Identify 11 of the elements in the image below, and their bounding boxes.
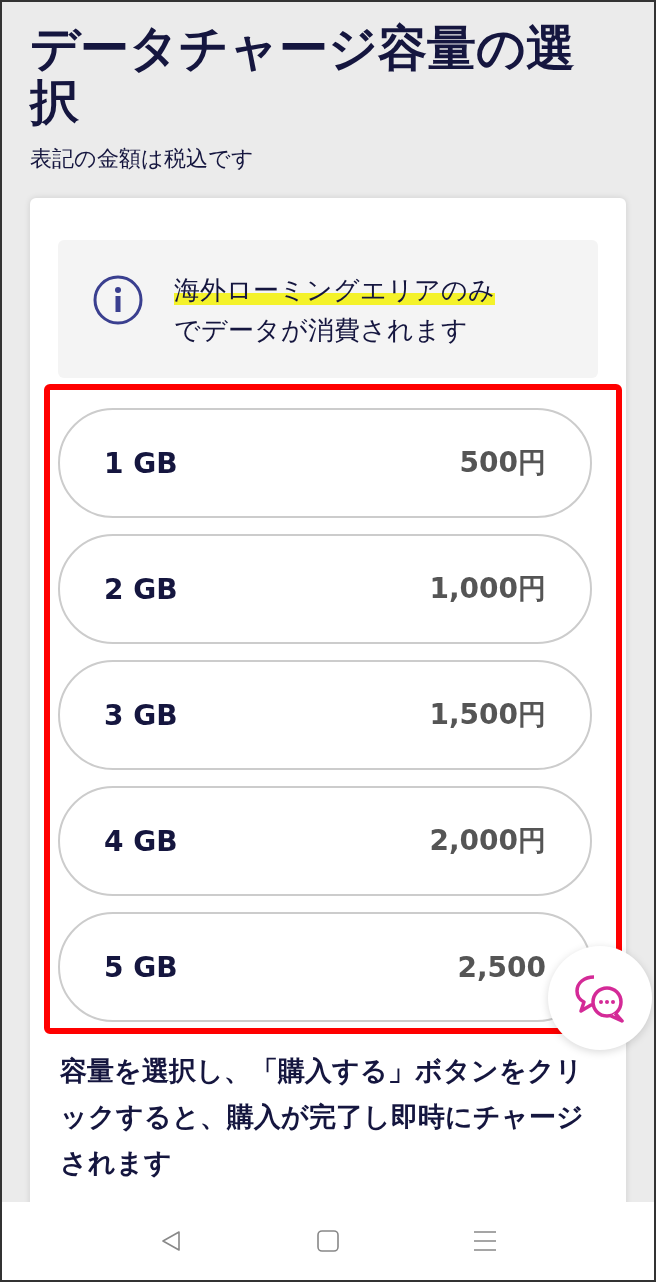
capacity-option[interactable]: 2 GB 1,000円 <box>58 534 592 644</box>
page-title: データチャージ容量の選択 <box>30 22 576 130</box>
capacity-option[interactable]: 4 GB 2,000円 <box>58 786 592 896</box>
info-icon <box>92 274 144 326</box>
capacity-option[interactable]: 1 GB 500円 <box>58 408 592 518</box>
menu-icon[interactable] <box>473 1229 498 1253</box>
chat-button[interactable] <box>548 946 652 1050</box>
capacity-option[interactable]: 3 GB 1,500円 <box>58 660 592 770</box>
home-icon[interactable] <box>316 1229 340 1253</box>
tax-note: 表記の金額は税込です <box>30 145 255 173</box>
purchase-instructions: 容量を選択し、「購入する」ボタンをクリックすると、購入が完了し即時にチャージされます <box>60 1054 585 1180</box>
